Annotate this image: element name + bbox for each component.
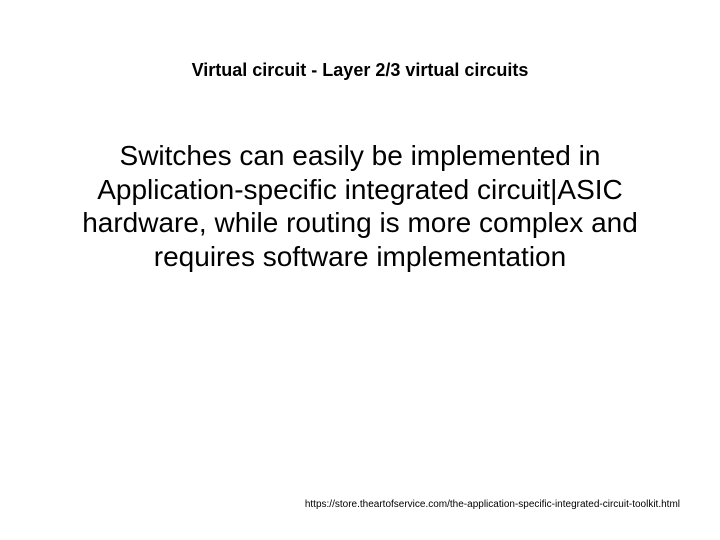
slide-title: Virtual circuit - Layer 2/3 virtual circ… [140, 60, 580, 81]
slide-body-text: Switches can easily be implemented in Ap… [50, 139, 670, 273]
footer-url: https://store.theartofservice.com/the-ap… [305, 499, 680, 510]
slide-container: Virtual circuit - Layer 2/3 virtual circ… [0, 0, 720, 540]
